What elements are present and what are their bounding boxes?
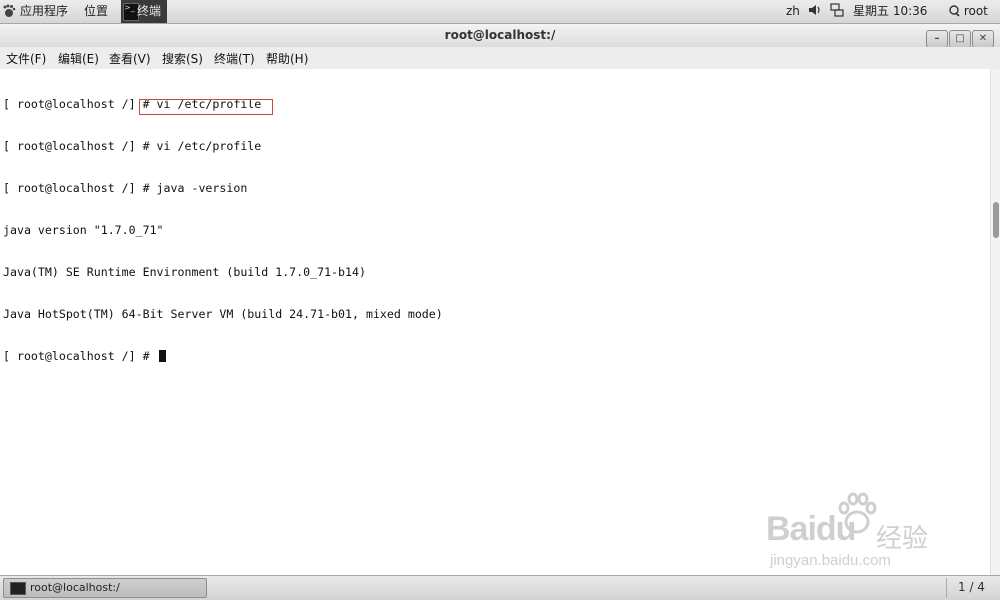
menu-help[interactable]: 帮助(H) (266, 50, 308, 67)
terminal-lines: [ root@localhost /] # vi /etc/profile [ … (3, 69, 443, 391)
top-panel: 应用程序 位置 >_ 终端 zh 星期五 10:36 root (0, 0, 1000, 24)
maximize-button[interactable]: □ (949, 30, 971, 48)
baidu-logo-text: Baidu (766, 510, 856, 548)
terminal-line: Java(TM) SE Runtime Environment (build 1… (3, 265, 366, 279)
terminal-prompt-line: [ root@localhost /] # (3, 349, 443, 363)
text-cursor (158, 350, 166, 362)
menu-bar: 文件(F) 编辑(E) 查看(V) 搜索(S) 终端(T) 帮助(H) (0, 47, 1000, 69)
network-icon[interactable] (830, 0, 844, 23)
scrollbar-thumb[interactable] (993, 202, 999, 238)
terminal-launcher-label: 终端 (137, 4, 162, 18)
taskbar-window-button[interactable]: root@localhost:/ (3, 578, 207, 598)
workspace-switcher[interactable]: 1 / 4 (958, 580, 985, 594)
window-controls: – □ ✕ (925, 26, 994, 48)
terminal-line: [ root@localhost /] # java -version (3, 181, 248, 195)
applications-menu[interactable]: 应用程序 (2, 0, 68, 23)
user-name: root (963, 4, 988, 18)
volume-icon[interactable] (808, 0, 822, 23)
places-menu[interactable]: 位置 (84, 0, 108, 23)
menu-terminal[interactable]: 终端(T) (214, 50, 255, 67)
terminal-icon (10, 582, 26, 595)
applications-label: 应用程序 (20, 4, 69, 18)
watermark-url: jingyan.baidu.com (770, 552, 891, 569)
menu-search[interactable]: 搜索(S) (162, 50, 203, 67)
bottom-panel: root@localhost:/ 1 / 4 (0, 575, 1000, 600)
menu-file[interactable]: 文件(F) (6, 50, 46, 67)
taskbar-window-label: root@localhost:/ (30, 581, 120, 594)
terminal-prompt: [ root@localhost /] # (3, 349, 157, 363)
terminal-line: java version "1.7.0_71" (3, 223, 164, 237)
annotation-highlight-box (139, 99, 273, 115)
minimize-button[interactable]: – (926, 30, 948, 48)
gnome-foot-icon (3, 4, 16, 17)
baidu-watermark: Baidu 经验 jingyan.baidu.com (766, 492, 986, 572)
terminal-line: [ root@localhost /] # vi /etc/profile (3, 139, 262, 153)
window-titlebar[interactable]: root@localhost:/ – □ ✕ (0, 24, 1000, 48)
user-icon (949, 5, 960, 17)
input-language-indicator[interactable]: zh (786, 0, 800, 23)
clock[interactable]: 星期五 10:36 (853, 0, 927, 23)
terminal-line: Java HotSpot(TM) 64-Bit Server VM (build… (3, 307, 443, 321)
window-title: root@localhost:/ (444, 28, 556, 42)
menu-edit[interactable]: 编辑(E) (58, 50, 99, 67)
scrollbar[interactable] (990, 69, 1000, 575)
user-menu[interactable]: root (948, 0, 988, 23)
terminal-launcher[interactable]: >_ 终端 (121, 0, 167, 23)
close-button[interactable]: ✕ (972, 30, 994, 48)
menu-view[interactable]: 查看(V) (109, 50, 151, 67)
panel-divider (946, 578, 947, 598)
baidu-logo-suffix: 经验 (876, 524, 929, 554)
